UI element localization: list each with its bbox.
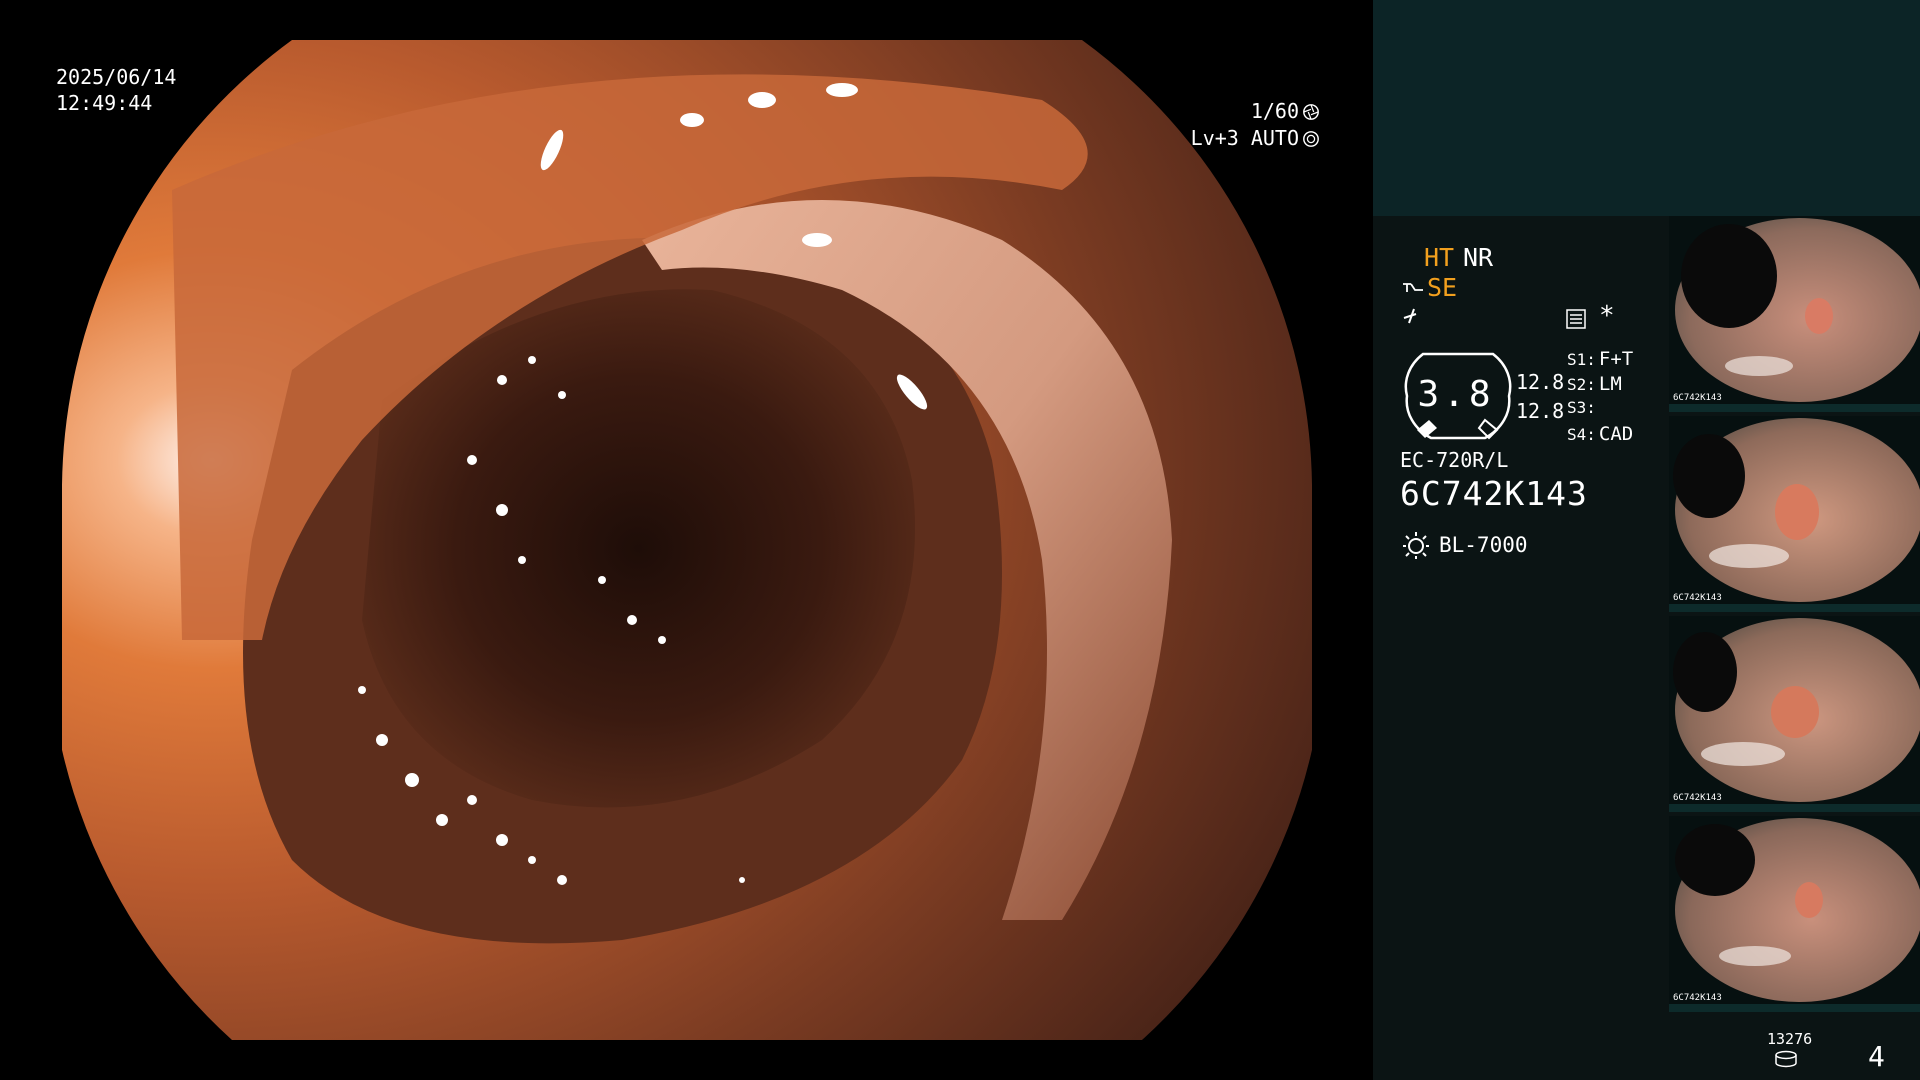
switch-s2: S2: LM [1567,373,1622,395]
thumbnail-label: 6C742K143 [1673,793,1722,803]
scale-reading-1: 12.8 [1516,370,1565,394]
thumbnail-label: 6C742K143 [1673,593,1722,603]
thumbnail-bar [1669,804,1920,812]
polyp-thumbnail-image: 6C742K143 [1673,418,1920,603]
shutter-icon [1303,103,1319,120]
image-count: 13276 [1767,1030,1813,1048]
date-text: 2025/06/14 [56,65,177,89]
mode-se: SE [1401,273,1457,302]
shutter-speed: 1/60 [1250,99,1299,123]
panel-header-area [1373,0,1920,216]
captured-image-thumbnail[interactable]: 6C742K143 [1669,616,1920,812]
scale-reading-2: 12.8 [1516,399,1565,423]
status-panel: HT NR SE * 3.8 12.8 12.8 S1: F+T S2: LM … [1373,0,1920,1080]
storage-icon [1775,1050,1797,1068]
captured-image-thumbnail[interactable]: 6C742K143 [1669,216,1920,412]
mode-nr: NR [1463,243,1494,272]
mode-se-label: SE [1427,273,1458,302]
mode-ht: HT [1424,243,1455,272]
colon-lumen-image [62,40,1312,1040]
enhancement-icon [1403,282,1423,292]
switch-s3: S3: [1567,398,1599,417]
page-number: 4 [1868,1040,1885,1073]
captured-image-thumbnail[interactable]: 6C742K143 [1669,416,1920,612]
zoom-value: 3.8 [1417,374,1495,415]
switch-key: S4: [1567,425,1596,444]
time-text: 12:49:44 [56,91,153,115]
scope-model: EC-720R/L [1400,448,1509,472]
polyp-thumbnail-image: 6C742K143 [1673,218,1920,403]
menu-list-icon [1566,309,1586,329]
asterisk-indicator: * [1599,301,1615,331]
structure-enhancement-icon [1403,308,1417,324]
date-time-readout: 2025/06/14 12:49:44 [56,64,176,116]
polyp-thumbnail-image: 6C742K143 [1673,618,1920,803]
exposure-readout: 1/60 Lv+3 AUTO [1180,98,1320,152]
switch-key: S1: [1567,350,1596,369]
switch-value: F+T [1598,348,1634,370]
brightness-level: Lv+3 [1190,126,1239,150]
light-source-icon [1403,532,1429,559]
thumbnail-bar [1669,404,1920,412]
endoscope-view: 2025/06/14 12:49:44 1/60 Lv+3 AUTO [0,0,1373,1080]
switch-value: LM [1598,373,1622,395]
thumbnail-label: 6C742K143 [1673,993,1722,1003]
iris-icon [1303,130,1319,147]
captured-image-thumbnail[interactable]: 6C742K143 [1669,816,1920,1012]
processor-info: HT NR SE * 3.8 12.8 12.8 S1: F+T S2: LM … [1373,216,1669,1080]
thumbnail-bar [1669,1004,1920,1012]
scope-serial: 6C742K143 [1400,474,1588,513]
light-source-model: BL-7000 [1439,533,1528,557]
iris-mode: AUTO [1250,126,1299,150]
switch-s4: S4: CAD [1567,423,1633,445]
switch-key: S2: [1567,375,1596,394]
switch-s1: S1: F+T [1567,348,1633,370]
thumbnail-label: 6C742K143 [1673,393,1722,403]
polyp-thumbnail-image: 6C742K143 [1673,818,1920,1003]
thumbnail-bar [1669,604,1920,612]
switch-value: CAD [1598,423,1634,445]
switch-key: S3: [1567,398,1596,417]
